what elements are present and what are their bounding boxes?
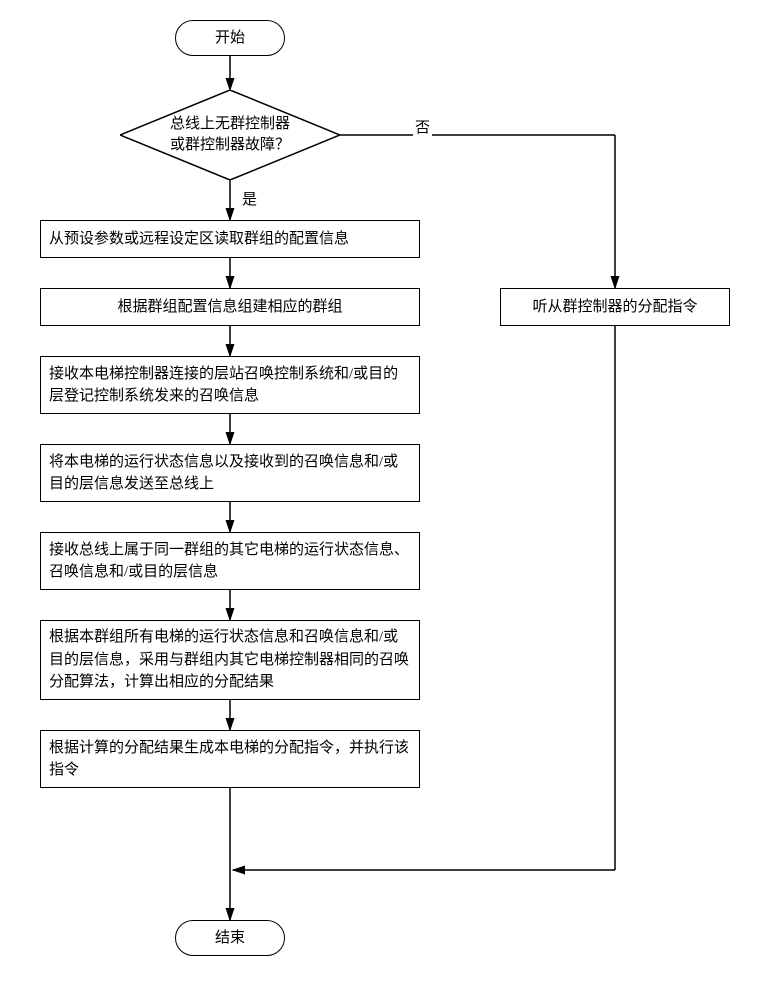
end-terminator: 结束 xyxy=(175,920,285,956)
flowchart: 开始 总线上无群控制器 或群控制器故障？ 否 是 从预设参数或远程设定区读取群组… xyxy=(20,20,750,980)
end-label: 结束 xyxy=(215,927,245,950)
process-s5-text: 接收总线上属于同一群组的其它电梯的运行状态信息、召唤信息和/或目的层信息 xyxy=(49,539,411,584)
process-s7: 根据计算的分配结果生成本电梯的分配指令，并执行该指令 xyxy=(40,730,420,788)
process-s4: 将本电梯的运行状态信息以及接收到的召唤信息和/或目的层信息发送至总线上 xyxy=(40,444,420,502)
process-s5: 接收总线上属于同一群组的其它电梯的运行状态信息、召唤信息和/或目的层信息 xyxy=(40,532,420,590)
process-right-text: 听从群控制器的分配指令 xyxy=(532,296,697,319)
process-s3: 接收本电梯控制器连接的层站召唤控制系统和/或目的层登记控制系统发来的召唤信息 xyxy=(40,356,420,414)
process-s6: 根据本群组所有电梯的运行状态信息和召唤信息和/或目的层信息，采用与群组内其它电梯… xyxy=(40,620,420,700)
process-s4-text: 将本电梯的运行状态信息以及接收到的召唤信息和/或目的层信息发送至总线上 xyxy=(49,451,411,496)
yes-label: 是 xyxy=(240,188,259,209)
process-right: 听从群控制器的分配指令 xyxy=(500,288,730,326)
process-s2-text: 根据群组配置信息组建相应的群组 xyxy=(117,296,342,319)
decision: 总线上无群控制器 或群控制器故障？ xyxy=(120,90,340,180)
process-s3-text: 接收本电梯控制器连接的层站召唤控制系统和/或目的层登记控制系统发来的召唤信息 xyxy=(49,363,411,408)
decision-text: 总线上无群控制器 或群控制器故障？ xyxy=(120,90,340,180)
start-label: 开始 xyxy=(215,27,245,50)
process-s7-text: 根据计算的分配结果生成本电梯的分配指令，并执行该指令 xyxy=(49,737,411,782)
start-terminator: 开始 xyxy=(175,20,285,56)
process-s1-text: 从预设参数或远程设定区读取群组的配置信息 xyxy=(49,228,349,251)
no-label: 否 xyxy=(413,116,432,137)
process-s6-text: 根据本群组所有电梯的运行状态信息和召唤信息和/或目的层信息，采用与群组内其它电梯… xyxy=(49,626,411,694)
process-s2: 根据群组配置信息组建相应的群组 xyxy=(40,288,420,326)
process-s1: 从预设参数或远程设定区读取群组的配置信息 xyxy=(40,220,420,258)
